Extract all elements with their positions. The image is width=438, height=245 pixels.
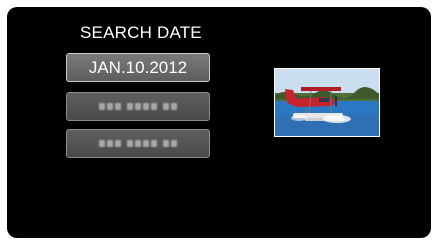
date-button-2[interactable] xyxy=(66,92,210,121)
page-title: SEARCH DATE xyxy=(80,23,202,42)
camera-screen: SEARCH DATE JAN.10.2012 xyxy=(7,7,431,238)
date-button-3[interactable] xyxy=(66,129,210,158)
blurred-date-label xyxy=(99,103,177,110)
blurred-date-label xyxy=(99,140,177,147)
date-button-1[interactable]: JAN.10.2012 xyxy=(66,53,210,82)
preview-thumbnail[interactable] xyxy=(274,68,380,137)
date-button-1-label: JAN.10.2012 xyxy=(88,57,188,77)
seaplane-photo-icon xyxy=(275,69,379,136)
